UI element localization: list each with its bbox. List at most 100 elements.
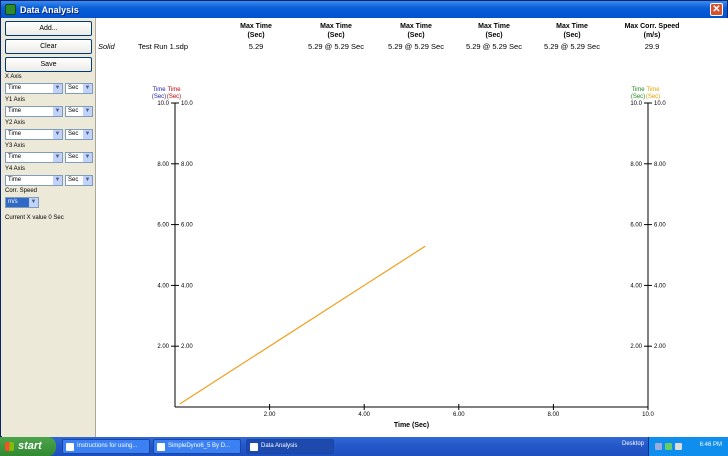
right-inner-y-tick-label: 6.00 (630, 223, 642, 229)
axis-unit-select[interactable]: Sec ▼ (65, 175, 93, 186)
left-axis-title: Time (167, 87, 181, 93)
axis-field-value: Time (8, 85, 22, 91)
axis-field-select[interactable]: Time ▼ (5, 83, 63, 94)
chevron-down-icon[interactable]: ▼ (83, 176, 92, 185)
taskbar-button[interactable]: Instructions for using... (62, 439, 150, 454)
left-axis-title: (Sec) (152, 94, 166, 100)
taskbar-button[interactable]: Data Analysis (246, 439, 334, 454)
close-button[interactable]: ✕ (710, 3, 723, 16)
left-inner-y-tick-label: 6.00 (181, 223, 193, 229)
right-axis-title: Time (646, 87, 660, 93)
current-x-value: Current X value 0 Sec (5, 215, 64, 221)
axis-label: Y1 Axis (5, 97, 26, 103)
right-inner-y-tick-label: 2.00 (630, 344, 642, 350)
chevron-down-icon[interactable]: ▼ (53, 153, 62, 162)
chevron-down-icon[interactable]: ▼ (53, 176, 62, 185)
axis-unit-value: Sec (68, 131, 79, 137)
right-y-tick-label: 4.00 (654, 283, 666, 289)
x-tick-label: 6.00 (453, 412, 465, 418)
chevron-down-icon[interactable]: ▼ (83, 130, 92, 139)
left-axis-title: Time (152, 87, 166, 93)
right-y-tick-label: 10.0 (654, 101, 666, 107)
chevron-down-icon[interactable]: ▼ (83, 84, 92, 93)
chevron-down-icon[interactable]: ▼ (29, 198, 38, 207)
left-inner-y-tick-label: 10.0 (181, 101, 193, 107)
clock[interactable]: 6:46 PM (700, 442, 722, 448)
axis-field-value: Time (8, 131, 22, 137)
chevron-down-icon[interactable]: ▼ (53, 84, 62, 93)
window-icon (157, 443, 165, 451)
axis-unit-select[interactable]: Sec ▼ (65, 129, 93, 140)
axis-label: Y3 Axis (5, 143, 26, 149)
right-y-tick-label: 8.00 (654, 162, 666, 168)
series-line (179, 245, 426, 405)
axis-field-select[interactable]: Time ▼ (5, 129, 63, 140)
axis-field-select[interactable]: Time ▼ (5, 106, 63, 117)
left-inner-y-tick-label: 4.00 (181, 283, 193, 289)
start-button[interactable]: start (0, 437, 56, 456)
windows-logo-icon (5, 442, 14, 451)
right-inner-y-tick-label: 4.00 (630, 283, 642, 289)
chart[interactable]: 2.00 2.00 2.00 2.00 4.00 4.00 4.00 4.00 6.00 6.00… (96, 18, 728, 437)
x-axis-title: Time (Sec) (394, 422, 429, 429)
window-icon (66, 443, 74, 451)
window-icon (250, 443, 258, 451)
taskbar-button[interactable]: SimpleDyno6_5 By D... (153, 439, 241, 454)
taskbar-button-label: SimpleDyno6_5 By D... (168, 443, 231, 449)
x-tick-label: 2.00 (264, 412, 276, 418)
security-icon[interactable] (665, 443, 672, 450)
axis-field-value: Time (8, 154, 22, 160)
axis-unit-select[interactable]: Sec ▼ (65, 152, 93, 163)
axis-unit-value: Sec (68, 85, 79, 91)
clear-button[interactable]: Clear (5, 39, 92, 54)
corr-speed-select[interactable]: m/s ▼ (5, 197, 39, 208)
left-y-tick-label: 6.00 (157, 223, 169, 229)
right-axis-title: (Sec) (646, 94, 660, 100)
axis-unit-select[interactable]: Sec ▼ (65, 106, 93, 117)
x-tick-label: 4.00 (358, 412, 370, 418)
axis-unit-value: Sec (68, 154, 79, 160)
corr-speed-label: Corr. Speed (5, 188, 38, 194)
app-icon (5, 4, 16, 15)
left-y-tick-label: 4.00 (157, 283, 169, 289)
taskbar-button-label: Instructions for using... (77, 443, 138, 449)
system-tray: 6:46 PM (648, 437, 728, 456)
axis-unit-value: Sec (68, 177, 79, 183)
desktop-toolbar-label[interactable]: Desktop (622, 441, 644, 447)
x-tick-label: 8.00 (548, 412, 560, 418)
axis-label: Y2 Axis (5, 120, 26, 126)
left-inner-y-tick-label: 8.00 (181, 162, 193, 168)
axis-unit-select[interactable]: Sec ▼ (65, 83, 93, 94)
network-icon[interactable] (655, 443, 662, 450)
save-button[interactable]: Save (5, 57, 92, 72)
right-inner-y-tick-label: 8.00 (630, 162, 642, 168)
title-bar[interactable]: Data Analysis ✕ (1, 1, 727, 18)
left-inner-y-tick-label: 2.00 (181, 344, 193, 350)
right-y-tick-label: 2.00 (654, 344, 666, 350)
axis-field-select[interactable]: Time ▼ (5, 175, 63, 186)
axis-label: Y4 Axis (5, 166, 26, 172)
axis-label: X Axis (5, 74, 22, 80)
x-tick-label: 10.0 (642, 412, 654, 418)
left-y-tick-label: 10.0 (157, 101, 169, 107)
main-panel: Max Time (Sec) Max Time (Sec) Max Time (Se… (95, 18, 728, 437)
sidebar: Add... Clear Save X Axis Time ▼ Sec ▼ Y1 Axis… (2, 18, 95, 437)
right-axis-title: (Sec) (631, 94, 645, 100)
left-y-tick-label: 2.00 (157, 344, 169, 350)
chevron-down-icon[interactable]: ▼ (83, 107, 92, 116)
axis-unit-value: Sec (68, 108, 79, 114)
right-axis-title: Time (631, 87, 645, 93)
chevron-down-icon[interactable]: ▼ (53, 130, 62, 139)
data-analysis-window: Data Analysis ✕ Add... Clear Save X Axis… (0, 0, 728, 437)
right-y-tick-label: 6.00 (654, 223, 666, 229)
chevron-down-icon[interactable]: ▼ (53, 107, 62, 116)
axis-field-select[interactable]: Time ▼ (5, 152, 63, 163)
add-button[interactable]: Add... (5, 21, 92, 36)
chevron-down-icon[interactable]: ▼ (83, 153, 92, 162)
corr-speed-value: m/s (8, 199, 18, 205)
volume-icon[interactable] (675, 443, 682, 450)
axis-field-value: Time (8, 108, 22, 114)
taskbar-button-label: Data Analysis (261, 443, 298, 449)
start-label: start (18, 440, 42, 452)
window-title: Data Analysis (20, 4, 79, 15)
